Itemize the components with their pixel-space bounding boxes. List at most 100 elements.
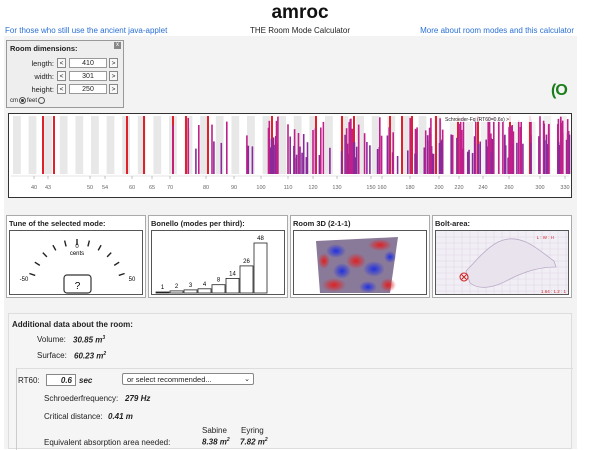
rt60-unit: sec — [79, 376, 93, 385]
height-row: height: < 250 > — [12, 84, 122, 95]
app-title: amroc — [271, 2, 329, 23]
schroeder-label: Schroederfrequency: — [44, 394, 119, 403]
additional-title: Additional data about the room: — [12, 320, 133, 329]
bonello-bar-label: 26 — [243, 259, 250, 265]
rt60-label: RT60: — [18, 376, 40, 385]
length-input[interactable]: 410 — [69, 58, 107, 68]
bonello-panel: Bonello (modes per third): 1 2 3 4 8 14 26 48 — [148, 215, 288, 298]
spectrum-tick-label: 300 — [535, 185, 544, 191]
spectrum-tick-label: 90 — [231, 185, 237, 191]
volume-value: 30.85 m3 — [73, 335, 106, 345]
bolt-panel: Bolt-area: L : W : H 1.64 : 1.2 : 1 — [432, 215, 572, 298]
sabine-value: 8.38 m2 — [202, 437, 230, 447]
length-decrement-button[interactable]: < — [57, 58, 66, 68]
critical-distance-value: 0.41 m — [108, 412, 133, 421]
bonello-chart: 1 2 3 4 8 14 26 48 — [151, 230, 285, 295]
absorption-label: Equivalent absorption area needed: — [44, 438, 171, 447]
bolt-title: Bolt-area: — [435, 219, 471, 228]
unit-cm-radio[interactable] — [19, 97, 26, 104]
chevron-down-icon: ⌄ — [244, 376, 250, 383]
close-icon[interactable]: x — [114, 42, 121, 49]
spectrum-tick-label: 220 — [454, 185, 463, 191]
tune-left-label: -50 — [20, 277, 29, 283]
bonello-bar — [239, 265, 254, 294]
width-decrement-button[interactable]: < — [57, 71, 66, 81]
bonello-bar-label: 1 — [161, 285, 165, 291]
eyring-value: 7.82 m2 — [240, 437, 268, 447]
room3d-view[interactable] — [293, 230, 427, 295]
spectrum-tick-label: 65 — [149, 185, 155, 191]
volume-unit-exponent: 3 — [102, 335, 106, 341]
bonello-bar-label: 2 — [175, 284, 179, 290]
room3d-panel: Room 3D (2-1-1) — [290, 215, 430, 298]
unit-selector: cm feet — [10, 97, 46, 104]
tune-title: Tune of the selected mode: — [9, 219, 106, 228]
sabine-unit-exponent: 2 — [226, 437, 230, 443]
bonello-bar — [183, 289, 198, 294]
bonello-bar-label: 14 — [229, 271, 236, 277]
tune-readout: ? — [75, 281, 81, 292]
more-info-link[interactable]: More about room modes and this calculato… — [420, 26, 574, 35]
critical-distance-label: Critical distance: — [44, 412, 103, 421]
surface-label: Surface: — [37, 351, 67, 360]
spectrum-tick-label: 150 — [366, 185, 375, 191]
mode-spectrum[interactable]: 40 43 50 54 60 65 70 80 90 100 110 120 130 150 160 180 2… — [8, 113, 572, 198]
spectrum-tick-label: 160 — [377, 185, 386, 191]
bonello-bar — [155, 291, 170, 294]
bonello-chart-svg: 1 2 3 48142648 — [155, 236, 268, 294]
sabine-header: Sabine — [202, 426, 227, 435]
spectrum-tick-label: 330 — [560, 185, 569, 191]
unit-feet-label: feet — [27, 98, 38, 105]
rt60-select-value: or select recommended... — [127, 375, 212, 384]
spectrum-tick-label: 260 — [504, 185, 513, 191]
bonello-bar — [169, 290, 184, 294]
tune-right-label: 50 — [129, 277, 136, 283]
spectrum-tick-label: 60 — [129, 185, 135, 191]
bolt-area-chart[interactable]: L : W : H 1.64 : 1.2 : 1 — [435, 230, 569, 295]
room3d-svg — [316, 237, 398, 293]
unit-feet-radio[interactable] — [38, 97, 46, 104]
length-label: length: — [31, 59, 54, 68]
bonello-bar — [211, 284, 226, 294]
width-increment-button[interactable]: > — [109, 71, 118, 81]
height-label: height: — [31, 85, 54, 94]
spectrum-tick-label: 40 — [31, 185, 37, 191]
spectrum-tick-label: 70 — [167, 185, 173, 191]
spectrum-tick-label: 130 — [332, 185, 341, 191]
tune-panel: Tune of the selected mode: 0 cents -50 5… — [6, 215, 146, 298]
spectrum-tick-label: 110 — [284, 185, 293, 191]
room3d-title: Room 3D (2-1-1) — [293, 219, 351, 228]
spectrum-tick-label: 120 — [308, 185, 317, 191]
volume-label: Volume: — [37, 335, 66, 344]
height-input[interactable]: 250 — [69, 84, 107, 94]
eyring-header: Eyring — [241, 426, 264, 435]
tune-gauge-svg: 0 cents -50 50 ? — [20, 239, 136, 294]
bonello-bar — [253, 242, 268, 294]
loading-indicator: (O — [551, 82, 568, 99]
tune-gauge: 0 cents -50 50 ? — [9, 230, 143, 295]
spectrum-tick-label: 80 — [203, 185, 209, 191]
spectrum-tick-label: 200 — [434, 185, 443, 191]
surface-value: 60.23 m2 — [74, 351, 107, 361]
width-label: width: — [34, 72, 54, 81]
surface-unit-exponent: 2 — [103, 351, 107, 357]
tune-unit-label: cents — [70, 251, 84, 257]
spectrum-tick-label: 100 — [256, 185, 265, 191]
bonello-bar — [225, 278, 240, 294]
schroeder-value: 279 Hz — [125, 394, 151, 403]
rt60-recommended-select[interactable]: or select recommended... ⌄ — [122, 373, 254, 385]
spectrum-tick-label: 240 — [478, 185, 487, 191]
bolt-ratio-label: 1.64 : 1.2 : 1 — [541, 289, 567, 294]
width-row: width: < 301 > — [12, 71, 122, 82]
spectrum-tick-label: 180 — [405, 185, 414, 191]
mode-spectrum-svg: 40 43 50 54 60 65 70 80 90 100 110 120 130 150 160 180 2… — [11, 115, 571, 191]
rt60-input[interactable]: 0.6 — [46, 374, 76, 386]
height-increment-button[interactable]: > — [109, 84, 118, 94]
bonello-bar-label: 3 — [189, 283, 193, 289]
length-increment-button[interactable]: > — [109, 58, 118, 68]
tune-gauge-ticks — [29, 239, 125, 277]
width-input[interactable]: 301 — [69, 71, 107, 81]
bolt-area-svg: L : W : H 1.64 : 1.2 : 1 — [436, 231, 568, 294]
height-decrement-button[interactable]: < — [57, 84, 66, 94]
spectrum-tick-label: 43 — [45, 185, 51, 191]
